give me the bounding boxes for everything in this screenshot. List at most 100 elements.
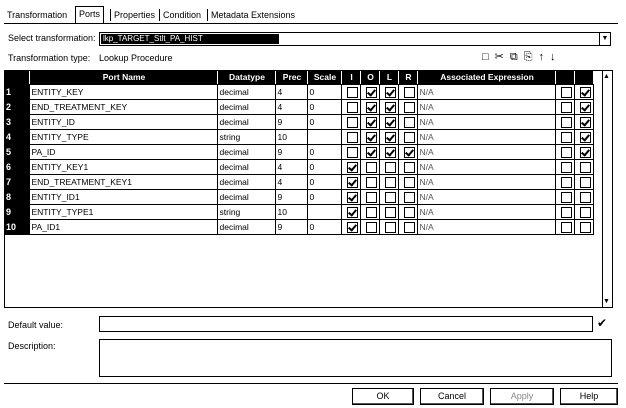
scale-cell[interactable] [307,129,342,145]
table-row[interactable]: 1 ENTITY_KEY decimal 4 0 N/A [5,84,594,100]
datatype-cell[interactable]: string [217,129,276,145]
return-checkbox[interactable] [404,86,415,98]
help-button[interactable]: Help [560,388,618,405]
lookup-checkbox[interactable] [385,131,396,143]
scale-cell[interactable]: 0 [307,99,342,115]
move-up-icon[interactable]: ↑ [539,50,545,64]
table-row[interactable]: 6 ENTITY_KEY1 decimal 4 0 N/A [5,159,594,175]
tab-transformation[interactable]: Transformation [4,8,70,22]
associated-expression-cell[interactable]: N/A [417,189,556,205]
lookup-checkbox[interactable] [385,191,396,203]
prec-cell[interactable]: 10 [275,129,308,145]
lookup-checkbox[interactable] [385,221,396,233]
return-checkbox[interactable] [404,161,415,173]
extra-2-checkbox[interactable] [580,131,591,143]
associated-expression-cell[interactable]: N/A [417,114,556,130]
scale-cell[interactable]: 0 [307,84,342,100]
lookup-checkbox[interactable] [385,146,396,158]
extra-2-checkbox[interactable] [580,176,591,188]
prec-cell[interactable]: 10 [275,204,308,220]
output-checkbox[interactable] [366,146,377,158]
datatype-cell[interactable]: decimal [217,84,276,100]
extra-2-checkbox[interactable] [580,206,591,218]
associated-expression-cell[interactable]: N/A [417,159,556,175]
extra-1-checkbox[interactable] [561,221,572,233]
row-number[interactable]: 7 [5,174,30,190]
port-name-cell[interactable]: PA_ID1 [29,219,218,235]
input-checkbox[interactable] [347,146,358,158]
input-checkbox[interactable] [347,101,358,113]
tab-metadata-extensions[interactable]: Metadata Extensions [208,8,298,22]
extra-2-checkbox[interactable] [580,191,591,203]
extra-1-checkbox[interactable] [561,206,572,218]
scale-cell[interactable]: 0 [307,159,342,175]
return-checkbox[interactable] [404,146,415,158]
return-checkbox[interactable] [404,116,415,128]
datatype-cell[interactable]: decimal [217,174,276,190]
input-checkbox[interactable] [347,116,358,128]
tab-properties[interactable]: Properties [111,8,158,22]
new-port-icon[interactable]: □ [482,50,489,64]
column-header-associated-expression[interactable]: Associated Expression [417,71,556,85]
return-checkbox[interactable] [404,131,415,143]
prec-cell[interactable]: 9 [275,114,308,130]
row-number[interactable]: 2 [5,99,30,115]
table-row[interactable]: 2 END_TREATMENT_KEY decimal 4 0 N/A [5,99,594,115]
datatype-cell[interactable]: decimal [217,144,276,160]
output-checkbox[interactable] [366,116,377,128]
validate-check-icon[interactable]: ✔ [597,316,607,330]
associated-expression-cell[interactable]: N/A [417,129,556,145]
associated-expression-cell[interactable]: N/A [417,204,556,220]
port-name-cell[interactable]: END_TREATMENT_KEY [29,99,218,115]
scale-cell[interactable]: 0 [307,174,342,190]
table-row[interactable]: 10 PA_ID1 decimal 9 0 N/A [5,219,594,235]
cancel-button[interactable]: Cancel [420,388,484,405]
output-checkbox[interactable] [366,131,377,143]
table-row[interactable]: 8 ENTITY_ID1 decimal 9 0 N/A [5,189,594,205]
paste-icon[interactable]: ⎘ [524,50,533,64]
extra-1-checkbox[interactable] [561,176,572,188]
table-row[interactable]: 4 ENTITY_TYPE string 10 N/A [5,129,594,145]
lookup-checkbox[interactable] [385,206,396,218]
prec-cell[interactable]: 4 [275,174,308,190]
row-number[interactable]: 9 [5,204,30,220]
row-number[interactable]: 5 [5,144,30,160]
row-number[interactable]: 1 [5,84,30,100]
extra-2-checkbox[interactable] [580,116,591,128]
return-checkbox[interactable] [404,176,415,188]
move-down-icon[interactable]: ↓ [550,50,556,64]
datatype-cell[interactable]: string [217,204,276,220]
input-checkbox[interactable] [347,131,358,143]
column-header-input[interactable]: I [341,71,361,85]
tab-ports[interactable]: Ports [75,6,105,24]
return-checkbox[interactable] [404,101,415,113]
column-header-return[interactable]: R [398,71,418,85]
port-name-cell[interactable]: PA_ID [29,144,218,160]
column-header-datatype[interactable]: Datatype [217,71,276,85]
lookup-checkbox[interactable] [385,176,396,188]
extra-1-checkbox[interactable] [561,161,572,173]
output-checkbox[interactable] [366,206,377,218]
copy-icon[interactable]: ⧉ [510,50,518,64]
associated-expression-cell[interactable]: N/A [417,84,556,100]
chevron-down-icon[interactable]: ▼ [599,33,610,45]
row-number[interactable]: 3 [5,114,30,130]
select-transformation-dropdown[interactable]: lkp_TARGET_Stlt_PA_HIST ▼ [99,32,611,46]
extra-2-checkbox[interactable] [580,86,591,98]
table-row[interactable]: 5 PA_ID decimal 9 0 N/A [5,144,594,160]
output-checkbox[interactable] [366,161,377,173]
port-name-cell[interactable]: END_TREATMENT_KEY1 [29,174,218,190]
scroll-up-icon[interactable]: ▲ [601,73,612,80]
return-checkbox[interactable] [404,191,415,203]
return-checkbox[interactable] [404,221,415,233]
port-name-cell[interactable]: ENTITY_ID [29,114,218,130]
column-header-lookup[interactable]: L [379,71,399,85]
datatype-cell[interactable]: decimal [217,189,276,205]
extra-1-checkbox[interactable] [561,86,572,98]
cut-icon[interactable]: ✂ [495,50,504,64]
scale-cell[interactable]: 0 [307,189,342,205]
datatype-cell[interactable]: decimal [217,159,276,175]
datatype-cell[interactable]: decimal [217,219,276,235]
prec-cell[interactable]: 4 [275,99,308,115]
scale-cell[interactable]: 0 [307,114,342,130]
